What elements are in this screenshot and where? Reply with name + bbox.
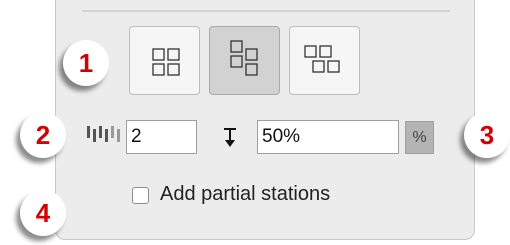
callout-4: 4 [20, 190, 66, 236]
staggered-vertical-layout-icon [230, 40, 258, 76]
staggered-vertical-layout-button[interactable] [209, 26, 280, 95]
grid-layout-button[interactable] [129, 26, 200, 95]
staggered-horizontal-layout-button[interactable] [289, 26, 360, 95]
partial-stations-checkbox[interactable] [132, 187, 149, 204]
percent-unit-button[interactable]: % [405, 121, 434, 154]
offset-input[interactable]: 50% [257, 120, 399, 154]
callout-3: 3 [464, 112, 510, 158]
staggered-horizontal-layout-icon [304, 45, 340, 73]
station-spacing-icon [87, 126, 120, 142]
partial-stations-label: Add partial stations [160, 183, 331, 205]
callout-1: 1 [63, 40, 109, 86]
panel-divider [82, 10, 450, 12]
down-arrow-icon [224, 128, 236, 147]
callout-2: 2 [20, 112, 66, 158]
grid-2x2-layout-icon [152, 48, 180, 76]
station-spacing-input[interactable]: 2 [126, 120, 197, 154]
layout-options-screenshot: 2 50% % Add partial stations 1 2 3 4 [0, 0, 510, 245]
